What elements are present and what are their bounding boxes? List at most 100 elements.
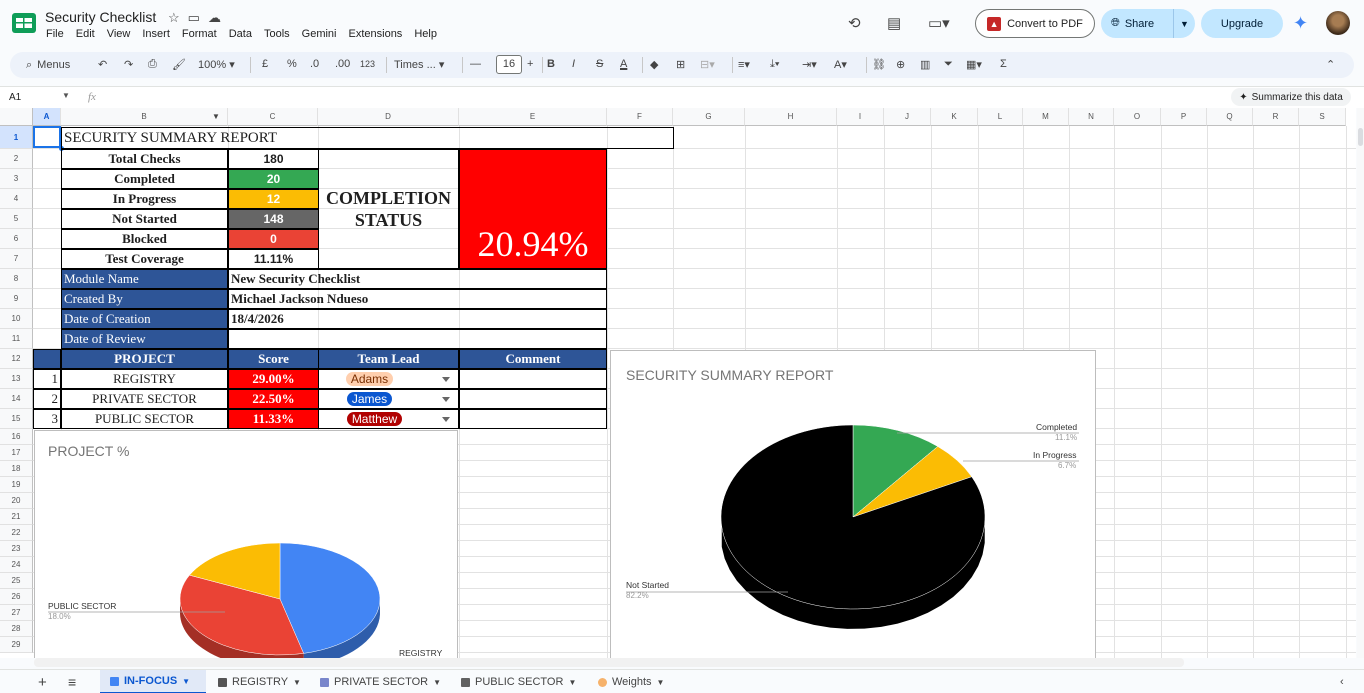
tab-weights[interactable]: Weights ▼ <box>598 670 664 693</box>
merge-cells-icon[interactable]: ⊟▾ <box>700 58 715 71</box>
row-header[interactable]: 14 <box>0 389 33 409</box>
chevron-down-icon[interactable]: ▼ <box>433 678 441 687</box>
row-header[interactable]: 18 <box>0 461 33 477</box>
menu-file[interactable]: File <box>46 28 64 40</box>
column-header[interactable]: S <box>1299 108 1346 126</box>
collapse-toolbar-icon[interactable]: ⌃ <box>1326 58 1335 71</box>
row-header[interactable]: 10 <box>0 309 33 329</box>
redo-icon[interactable]: ↷ <box>124 58 133 71</box>
tab-public-sector[interactable]: PUBLIC SECTOR ▼ <box>461 670 576 693</box>
row-header[interactable]: 27 <box>0 605 33 621</box>
chevron-down-icon[interactable]: ▼ <box>568 678 576 687</box>
column-header[interactable]: O <box>1114 108 1161 126</box>
info-label[interactable]: Date of Creation <box>61 309 228 329</box>
selected-cell-a1[interactable] <box>33 126 61 148</box>
row-header[interactable]: 3 <box>0 169 33 189</box>
comments-icon[interactable]: ▤ <box>887 14 901 32</box>
row-header[interactable]: 20 <box>0 493 33 509</box>
info-value[interactable]: New Security Checklist <box>228 269 607 289</box>
menu-format[interactable]: Format <box>182 28 217 40</box>
undo-icon[interactable]: ↶ <box>98 58 107 71</box>
project-name[interactable]: REGISTRY <box>61 369 228 389</box>
avatar[interactable] <box>1326 11 1350 35</box>
functions-icon[interactable]: Σ <box>1000 58 1007 70</box>
chevron-down-icon[interactable] <box>442 417 450 422</box>
meet-video-icon[interactable]: ▭▾ <box>928 14 950 32</box>
menu-edit[interactable]: Edit <box>76 28 95 40</box>
stat-value[interactable]: 12 <box>228 189 319 209</box>
stat-label[interactable]: Not Started <box>61 209 228 229</box>
info-label[interactable]: Created By <box>61 289 228 309</box>
row-header[interactable]: 26 <box>0 589 33 605</box>
menu-help[interactable]: Help <box>414 28 437 40</box>
column-header[interactable]: G <box>673 108 745 126</box>
add-sheet-icon[interactable]: + <box>38 670 47 693</box>
horizontal-scrollbar[interactable] <box>34 658 1184 667</box>
zoom-select[interactable]: 100% ▾ <box>198 58 235 71</box>
font-family-select[interactable]: Times ... ▾ <box>394 58 444 71</box>
row-header[interactable]: 1 <box>0 126 33 149</box>
project-num[interactable]: 1 <box>33 369 61 389</box>
row-header[interactable]: 11 <box>0 329 33 349</box>
print-icon[interactable]: ⎙ <box>148 58 157 71</box>
row-header[interactable]: 21 <box>0 509 33 525</box>
column-header[interactable]: R <box>1253 108 1299 126</box>
name-box[interactable]: A1 <box>9 92 21 103</box>
search-menus-button[interactable]: ⌕ Menus <box>16 55 92 75</box>
font-size-input[interactable]: 16 <box>496 55 522 74</box>
column-header[interactable]: N <box>1069 108 1114 126</box>
column-header[interactable]: D <box>318 108 459 126</box>
project-comment[interactable] <box>459 389 607 409</box>
row-header[interactable]: 2 <box>0 149 33 169</box>
stat-value[interactable]: 11.11% <box>228 249 319 269</box>
tab-private-sector[interactable]: PRIVATE SECTOR ▼ <box>320 670 441 693</box>
project-name[interactable]: PUBLIC SECTOR <box>61 409 228 429</box>
team-lead-dropdown[interactable]: Adams <box>318 369 459 389</box>
insert-link-icon[interactable]: ⛓︎ <box>872 58 886 71</box>
info-value[interactable]: 18/4/2026 <box>228 309 607 329</box>
borders-icon[interactable]: ⊞ <box>676 58 685 71</box>
menu-gemini[interactable]: Gemini <box>302 28 337 40</box>
menu-extensions[interactable]: Extensions <box>349 28 403 40</box>
info-value[interactable] <box>228 329 607 349</box>
move-folder-icon[interactable]: ▭ <box>188 10 200 26</box>
row-header[interactable]: 19 <box>0 477 33 493</box>
decrease-decimal-button[interactable]: .0 <box>310 58 319 70</box>
upgrade-button[interactable]: Upgrade <box>1201 9 1283 38</box>
currency-format-button[interactable]: £ <box>262 58 268 70</box>
project-score[interactable]: 29.00% <box>228 369 319 389</box>
chevron-down-icon[interactable] <box>442 397 450 402</box>
filter-icon[interactable]: ⏷ <box>944 58 953 71</box>
strikethrough-button[interactable]: S <box>596 58 603 70</box>
comment-header[interactable]: Comment <box>459 349 607 369</box>
column-header[interactable]: C <box>228 108 318 126</box>
stat-value[interactable]: 148 <box>228 209 319 229</box>
stat-value[interactable]: 0 <box>228 229 319 249</box>
row-header[interactable]: 12 <box>0 349 33 369</box>
vertical-scrollbar[interactable] <box>1357 108 1364 658</box>
stat-label[interactable]: Test Coverage <box>61 249 228 269</box>
project-header[interactable]: PROJECT <box>61 349 228 369</box>
column-header[interactable]: F <box>607 108 673 126</box>
row-header[interactable]: 4 <box>0 189 33 209</box>
column-header[interactable]: A <box>33 108 61 126</box>
row-header[interactable]: 17 <box>0 445 33 461</box>
tab-registry[interactable]: REGISTRY ▼ <box>218 670 301 693</box>
team-lead-header[interactable]: Team Lead <box>318 349 459 369</box>
chevron-down-icon[interactable]: ▼ <box>293 678 301 687</box>
project-header-blank[interactable] <box>33 349 61 369</box>
star-icon[interactable]: ☆ <box>168 10 180 26</box>
collapse-tabs-icon[interactable]: ‹ <box>1340 670 1344 693</box>
stat-label[interactable]: Blocked <box>61 229 228 249</box>
gemini-icon[interactable]: ✦ <box>1293 13 1308 34</box>
insert-chart-icon[interactable]: ▥ <box>920 58 930 71</box>
select-all-corner[interactable] <box>0 108 33 126</box>
column-header[interactable]: B <box>61 108 228 126</box>
project-num[interactable]: 3 <box>33 409 61 429</box>
number-format-button[interactable]: 123 <box>360 59 375 69</box>
text-color-button[interactable]: A <box>620 58 627 70</box>
percent-format-button[interactable]: % <box>287 58 297 70</box>
project-percent-chart[interactable]: PROJECT % REGISTRY46.2%PRIVATE SECTOR35.… <box>34 430 458 658</box>
stat-label[interactable]: Completed <box>61 169 228 189</box>
completion-status-label[interactable]: COMPLETION STATUS <box>318 149 459 269</box>
